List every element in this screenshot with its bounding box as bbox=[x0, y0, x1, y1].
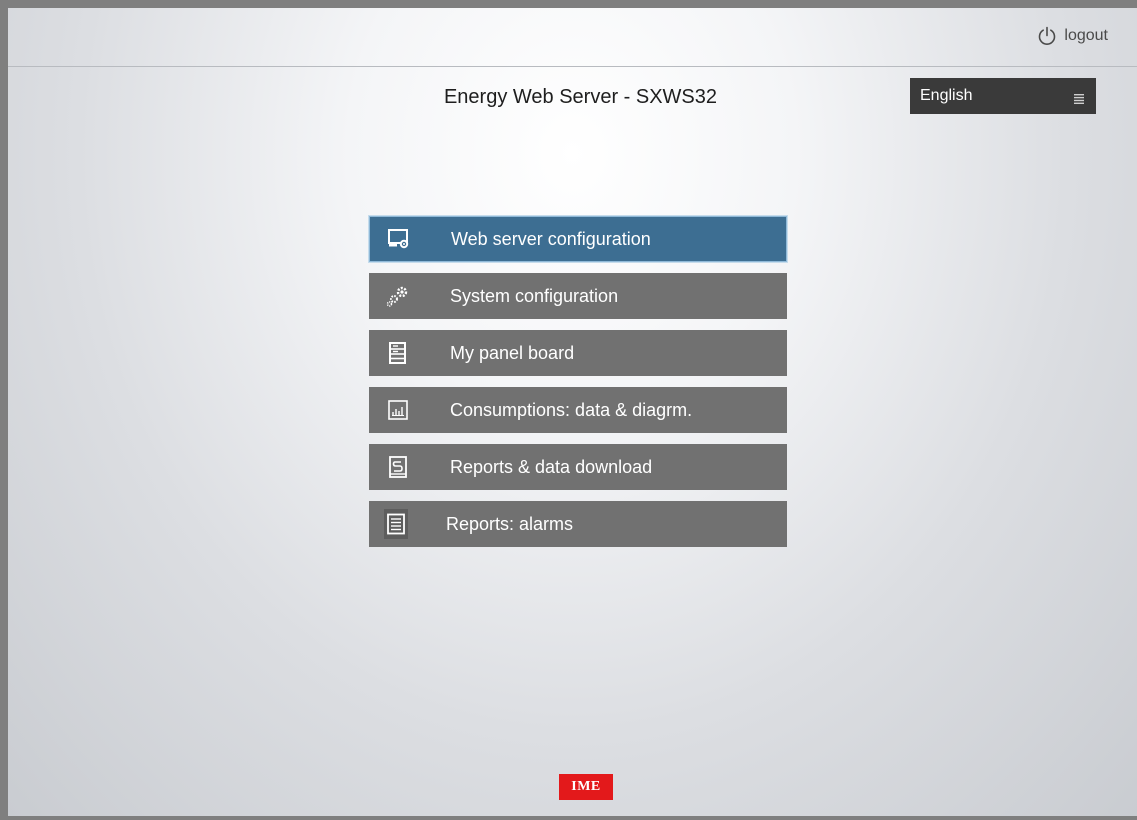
menu-item-system-configuration[interactable]: System configuration bbox=[369, 273, 787, 319]
gears-icon bbox=[386, 284, 410, 308]
menu-item-label: Reports & data download bbox=[450, 456, 653, 477]
logout-label: logout bbox=[1064, 27, 1108, 44]
language-select[interactable]: English bbox=[910, 78, 1096, 114]
menu-item-consumptions[interactable]: Consumptions: data & diagrm. bbox=[369, 387, 787, 433]
menu-item-label: Web server configuration bbox=[451, 228, 651, 249]
menu-item-my-panel-board[interactable]: My panel board bbox=[369, 330, 787, 376]
panel-board-icon bbox=[386, 341, 410, 365]
bar-chart-icon bbox=[386, 398, 410, 422]
menu-item-web-server-configuration[interactable]: Web server configuration bbox=[369, 216, 787, 262]
menu-item-label: Consumptions: data & diagrm. bbox=[450, 399, 693, 420]
alarm-report-icon bbox=[384, 509, 408, 539]
main-menu: Web server configuration System configur… bbox=[369, 216, 787, 558]
menu-item-label: System configuration bbox=[450, 285, 619, 306]
download-report-icon bbox=[386, 455, 410, 479]
language-selected-value: English bbox=[920, 87, 973, 104]
logout-button[interactable]: logout bbox=[1036, 25, 1108, 47]
menu-item-label: My panel board bbox=[450, 342, 575, 363]
menu-icon bbox=[1074, 91, 1084, 104]
top-bar: logout bbox=[8, 8, 1137, 67]
menu-item-reports-alarms[interactable]: Reports: alarms bbox=[369, 501, 787, 547]
monitor-gear-icon bbox=[387, 227, 411, 251]
power-icon bbox=[1036, 25, 1058, 47]
menu-item-reports-data-download[interactable]: Reports & data download bbox=[369, 444, 787, 490]
ime-logo: IME bbox=[559, 774, 613, 800]
menu-item-label: Reports: alarms bbox=[446, 513, 574, 534]
app-frame: logout Energy Web Server - SXWS32 Englis… bbox=[8, 8, 1137, 816]
